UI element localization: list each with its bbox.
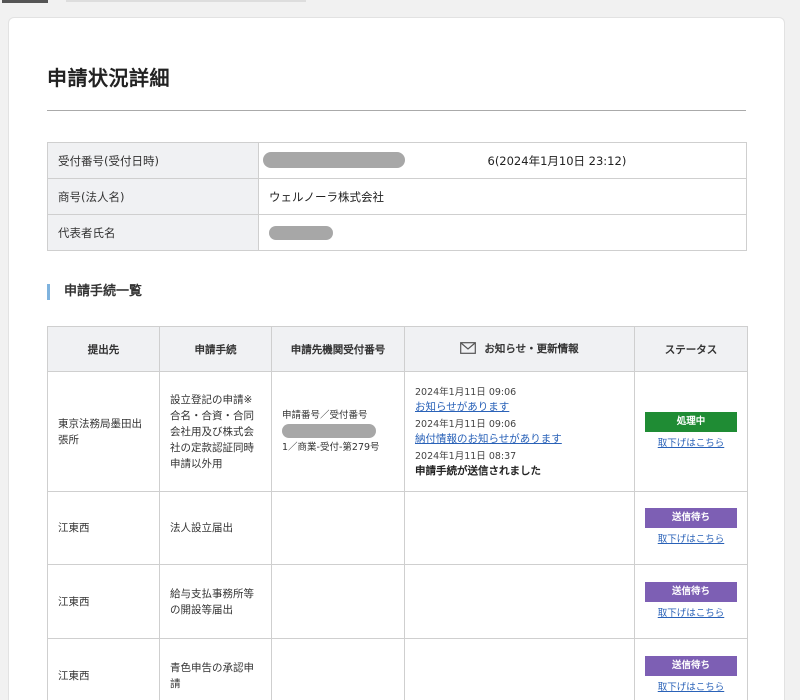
row-agency-number (271, 564, 405, 639)
agency-number: 申請番号／受付番号 1／商業-受付-第279号 (282, 408, 394, 456)
withdraw-link[interactable]: 取下げはこちら (645, 436, 737, 452)
row-notices (404, 638, 635, 700)
notice-date: 2024年1月11日 09:06 (415, 386, 517, 398)
table-row: 江東西 給与支払事務所等の開設等届出 送信待ち 取下げはこちら (47, 564, 748, 639)
row-procedure: 設立登記の申請※合名・合資・合同会社用及び株式会社の定款認証同時申請以外用 (159, 371, 272, 492)
header-procedure: 申請手続 (159, 326, 272, 372)
status-badge: 送信待ち (645, 581, 737, 602)
row-procedure: 法人設立届出 (159, 491, 272, 565)
notice-sent: 申請手続が送信されました (415, 464, 541, 477)
header-notices: お知らせ・更新情報 (404, 326, 635, 372)
table-row: 東京法務局墨田出張所 設立登記の申請※合名・合資・合同会社用及び株式会社の定款認… (47, 371, 748, 492)
header-notices-label: お知らせ・更新情報 (484, 343, 579, 356)
company-label: 商号(法人名) (47, 178, 259, 215)
notice-link-info[interactable]: お知らせがあります (415, 401, 509, 413)
receipt-label: 受付番号(受付日時) (47, 142, 259, 179)
header-destination: 提出先 (47, 326, 160, 372)
row-notices (404, 564, 635, 639)
page-title: 申請状況詳細 (47, 66, 170, 90)
redaction-mask (263, 151, 405, 168)
header-status: ステータス (634, 326, 748, 372)
procedures-table: 提出先 申請手続 申請先機関受付番号 お知らせ・更新情報 ステータス 東京法務局… (47, 326, 748, 700)
representative-redacted (269, 225, 333, 240)
status-badge: 送信待ち (645, 508, 737, 528)
mail-icon (460, 341, 477, 357)
summary-row-receipt: 受付番号(受付日時) ・・・・・・・・・・・・・・・・・・・6(2024年1月1… (47, 142, 747, 179)
row-destination: 東京法務局墨田出張所 (47, 371, 160, 492)
row-destination: 江東西 (47, 491, 160, 565)
top-strip (0, 0, 800, 6)
row-notices (404, 491, 635, 565)
title-divider (47, 110, 746, 111)
breadcrumb (66, 0, 306, 2)
row-destination: 江東西 (47, 638, 160, 700)
agency-number-label: 申請番号／受付番号 (282, 409, 368, 421)
application-summary-table: 受付番号(受付日時) ・・・・・・・・・・・・・・・・・・・6(2024年1月1… (47, 142, 747, 251)
status-badge: 処理中 (645, 411, 737, 432)
site-logo[interactable] (2, 0, 48, 3)
notice-date: 2024年1月11日 08:37 (415, 450, 517, 462)
company-value: ウェルノーラ株式会社 (258, 178, 747, 215)
row-procedure: 青色申告の承認申請 (159, 638, 272, 700)
row-destination: 江東西 (47, 564, 160, 639)
withdraw-link[interactable]: 取下げはこちら (645, 680, 737, 696)
withdraw-link[interactable]: 取下げはこちら (645, 532, 737, 548)
row-agency-number (271, 638, 405, 700)
agency-number-redacted (282, 424, 376, 438)
summary-row-representative: 代表者氏名 (47, 214, 747, 251)
receipt-value: ・・・・・・・・・・・・・・・・・・・6(2024年1月10日 23:12) (263, 151, 627, 169)
agency-number-tail: 1／商業-受付-第279号 (282, 441, 380, 453)
procedures-header-row: 提出先 申請手続 申請先機関受付番号 お知らせ・更新情報 ステータス (47, 326, 748, 372)
row-agency-number (271, 491, 405, 565)
representative-label: 代表者氏名 (47, 214, 259, 251)
status-badge: 送信待ち (645, 655, 737, 676)
header-agency-number: 申請先機関受付番号 (271, 326, 405, 372)
row-procedure: 給与支払事務所等の開設等届出 (159, 564, 272, 639)
detail-card: 申請状況詳細 受付番号(受付日時) ・・・・・・・・・・・・・・・・・・・6(2… (8, 17, 785, 700)
receipt-datetime: 6(2024年1月10日 23:12) (487, 153, 627, 168)
section-title: 申請手続一覧 (47, 284, 142, 300)
table-row: 江東西 青色申告の承認申請 送信待ち 取下げはこちら (47, 638, 748, 700)
table-row: 江東西 法人設立届出 送信待ち 取下げはこちら (47, 491, 748, 565)
notice-link-payment[interactable]: 納付情報のお知らせがあります (415, 433, 562, 445)
withdraw-link[interactable]: 取下げはこちら (645, 606, 737, 622)
summary-row-company: 商号(法人名) ウェルノーラ株式会社 (47, 178, 747, 215)
notice-date: 2024年1月11日 09:06 (415, 418, 517, 430)
notice-list: 2024年1月11日 09:06 お知らせがあります 2024年1月11日 09… (415, 386, 624, 478)
